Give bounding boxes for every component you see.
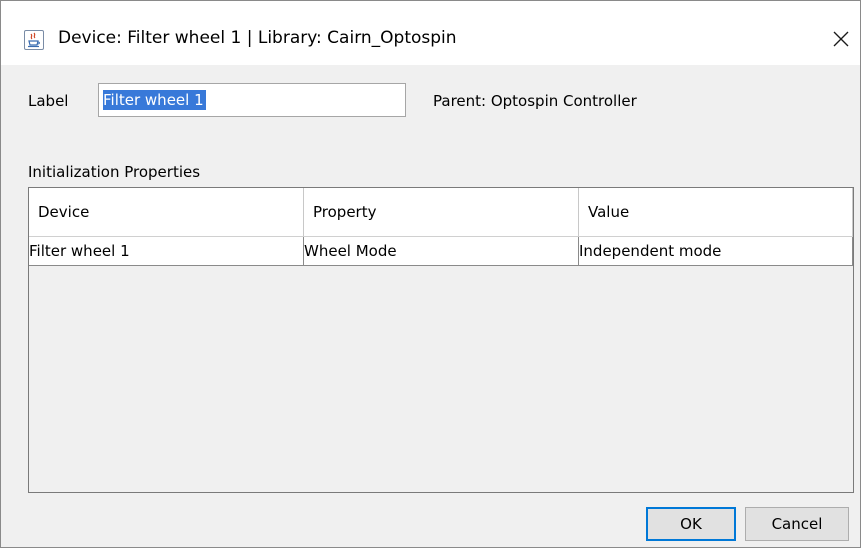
java-cup-icon	[24, 30, 44, 50]
cell-device[interactable]: Filter wheel 1	[29, 237, 304, 265]
window-title: Device: Filter wheel 1 | Library: Cairn_…	[58, 28, 457, 48]
cell-property[interactable]: Wheel Mode	[304, 237, 579, 265]
parent-device-text: Parent: Optospin Controller	[433, 92, 637, 110]
label-caption: Label	[28, 92, 69, 110]
ok-button[interactable]: OK	[646, 507, 736, 541]
table-header: Device Property Value	[29, 188, 853, 237]
table-row[interactable]: Filter wheel 1 Wheel Mode Independent mo…	[29, 237, 853, 266]
close-button[interactable]	[825, 23, 857, 55]
column-header-value[interactable]: Value	[579, 188, 853, 236]
init-properties-table[interactable]: Device Property Value Filter wheel 1 Whe…	[28, 187, 854, 493]
title-bar[interactable]: Device: Filter wheel 1 | Library: Cairn_…	[1, 1, 860, 65]
column-header-property[interactable]: Property	[304, 188, 579, 236]
label-input[interactable]	[98, 83, 406, 117]
column-header-device[interactable]: Device	[29, 188, 304, 236]
cell-value[interactable]: Independent mode	[579, 237, 853, 265]
device-dialog: Device: Filter wheel 1 | Library: Cairn_…	[0, 0, 861, 548]
cancel-button[interactable]: Cancel	[745, 507, 849, 541]
init-properties-title: Initialization Properties	[28, 163, 201, 181]
close-icon	[833, 31, 849, 47]
